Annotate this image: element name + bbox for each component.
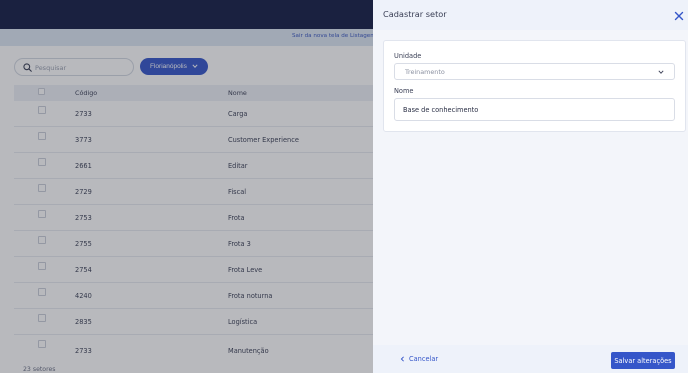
row-code: 2733 xyxy=(75,347,92,355)
table-row[interactable]: 2753 Frota xyxy=(14,205,388,231)
row-name: Frota xyxy=(228,214,245,222)
table-row[interactable]: 2755 Frota 3 xyxy=(14,231,388,257)
table-row[interactable]: 2733 Manutenção xyxy=(14,335,388,355)
search-icon xyxy=(23,63,32,72)
form-card: Unidade Treinamento Nome xyxy=(383,40,686,132)
search-input[interactable] xyxy=(35,61,129,74)
row-code: 2729 xyxy=(75,188,92,196)
row-checkbox[interactable] xyxy=(38,340,46,348)
row-checkbox[interactable] xyxy=(38,210,46,218)
row-checkbox[interactable] xyxy=(38,314,46,322)
record-count: 23 setores xyxy=(23,366,56,373)
row-name: Frota Leve xyxy=(228,266,263,274)
row-code: 2733 xyxy=(75,110,92,118)
row-name: Fiscal xyxy=(228,188,247,196)
cancel-label: Cancelar xyxy=(409,355,439,363)
row-checkbox[interactable] xyxy=(38,106,46,114)
row-code: 4240 xyxy=(75,292,92,300)
drawer-footer: Cancelar Salvar alterações xyxy=(373,345,688,373)
name-label: Nome xyxy=(394,87,414,95)
register-sector-drawer: Cadastrar setor Unidade Treinamento Nome… xyxy=(373,0,688,373)
column-header-code[interactable]: Código xyxy=(75,89,97,97)
row-checkbox[interactable] xyxy=(38,158,46,166)
unit-select[interactable]: Treinamento xyxy=(394,63,675,80)
row-name: Carga xyxy=(228,110,248,118)
row-name: Frota 3 xyxy=(228,240,251,248)
chevron-down-icon xyxy=(658,70,664,74)
chevron-left-icon xyxy=(400,356,404,362)
drawer-title: Cadastrar setor xyxy=(383,9,447,19)
chevron-down-icon xyxy=(192,64,198,68)
close-icon xyxy=(674,11,684,21)
row-code: 2661 xyxy=(75,162,92,170)
row-code: 2755 xyxy=(75,240,92,248)
unit-label: Unidade xyxy=(394,52,422,60)
row-code: 2754 xyxy=(75,266,92,274)
row-name: Customer Experience xyxy=(228,136,299,144)
table-row[interactable]: 2754 Frota Leve xyxy=(14,257,388,283)
row-code: 2835 xyxy=(75,318,92,326)
notice-link[interactable]: Sair da nova tela de Listagem de xyxy=(292,33,384,39)
table-row[interactable]: 2835 Logística xyxy=(14,309,388,335)
column-header-name[interactable]: Nome xyxy=(228,89,247,97)
row-code: 2753 xyxy=(75,214,92,222)
row-checkbox[interactable] xyxy=(38,184,46,192)
row-name: Frota noturna xyxy=(228,292,273,300)
table-row[interactable]: 2661 Editar xyxy=(14,153,388,179)
name-input[interactable] xyxy=(394,98,675,121)
row-checkbox[interactable] xyxy=(38,236,46,244)
row-code: 3773 xyxy=(75,136,92,144)
row-checkbox[interactable] xyxy=(38,262,46,270)
search-box[interactable] xyxy=(14,58,134,76)
city-filter-label: Florianópolis xyxy=(150,63,187,70)
row-name: Manutenção xyxy=(228,347,269,355)
table-row[interactable]: 2733 Carga xyxy=(14,101,388,127)
cancel-button[interactable]: Cancelar xyxy=(400,355,438,363)
table-row[interactable]: 3773 Customer Experience xyxy=(14,127,388,153)
drawer-header: Cadastrar setor xyxy=(373,0,688,30)
close-button[interactable] xyxy=(674,9,684,21)
save-button[interactable]: Salvar alterações xyxy=(611,352,675,369)
city-filter-button[interactable]: Florianópolis xyxy=(140,58,208,75)
row-checkbox[interactable] xyxy=(38,132,46,140)
table-row[interactable]: 4240 Frota noturna xyxy=(14,283,388,309)
table-header: Código Nome xyxy=(14,85,388,101)
row-name: Editar xyxy=(228,162,248,170)
table-row[interactable]: 2729 Fiscal xyxy=(14,179,388,205)
row-checkbox[interactable] xyxy=(38,288,46,296)
select-all-checkbox[interactable] xyxy=(38,88,45,95)
unit-select-value: Treinamento xyxy=(405,68,445,76)
row-name: Logística xyxy=(228,318,258,326)
